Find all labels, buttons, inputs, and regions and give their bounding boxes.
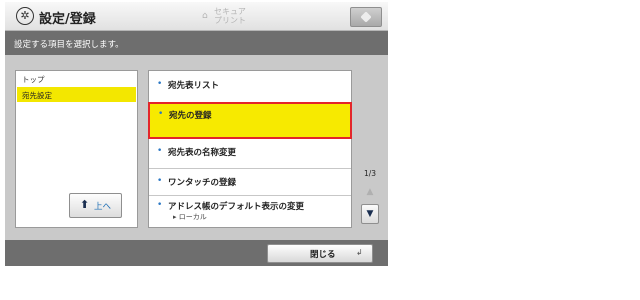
chevron-up-icon: ▲ [366, 187, 374, 197]
enter-icon: ↲ [356, 248, 363, 257]
tree-item-label: 宛先設定 [22, 91, 52, 100]
tree-item-top[interactable]: トップ [22, 74, 45, 85]
settings-gear-icon: ✲ [16, 7, 34, 25]
secure-print-indicator: ⌂ セキュア プリント [202, 7, 272, 25]
scroll-down-button[interactable]: ▼ [361, 204, 379, 224]
footer-bar: 閉じる ↲ [5, 240, 388, 266]
home-icon [360, 11, 372, 23]
list-item-change-default-address-book[interactable]: • アドレス帳のデフォルト表示の変更 ▸ ローカル [149, 195, 351, 227]
lock-icon: ⌂ [202, 11, 208, 21]
page-indicator: 1/3 [364, 169, 377, 178]
bullet-icon: • [158, 109, 164, 119]
secure-print-label-1: セキュア [214, 7, 246, 16]
close-button[interactable]: 閉じる ↲ [267, 244, 373, 263]
instruction-text: 設定する項目を選択します。 [14, 40, 124, 50]
list-item-rename-address-list[interactable]: • 宛先表の名称変更 [149, 137, 351, 169]
list-item-label: 宛先表リスト [168, 81, 220, 91]
title-bar: ✲ 設定/登録 ⌂ セキュア プリント [5, 2, 388, 31]
up-button-label: 上へ [94, 202, 112, 212]
list-item-label: アドレス帳のデフォルト表示の変更 [168, 202, 305, 212]
home-button[interactable] [350, 7, 382, 27]
list-item-register-destination[interactable]: • 宛先の登録 [148, 102, 352, 139]
list-item-sub-label: ローカル [178, 213, 207, 221]
bullet-icon: • [157, 146, 163, 156]
list-item-label: ワンタッチの登録 [168, 178, 237, 188]
list-item-register-one-touch[interactable]: • ワンタッチの登録 [149, 168, 351, 196]
bullet-icon: • [157, 79, 163, 89]
list-item-sub-value: ▸ ローカル [173, 213, 207, 221]
page-title: 設定/登録 [39, 12, 96, 27]
up-arrow-icon: ⬆ [80, 198, 90, 211]
instruction-bar: 設定する項目を選択します。 [5, 31, 388, 55]
settings-panel: ✲ 設定/登録 ⌂ セキュア プリント 設定する項目を選択します。 トップ 宛先… [5, 2, 388, 266]
list-item-label: 宛先表の名称変更 [168, 148, 237, 158]
secure-print-label-2: プリント [214, 16, 246, 25]
settings-list: • 宛先表リスト • 宛先の登録 • 宛先表の名称変更 • ワンタッチの登録 •… [148, 70, 352, 228]
chevron-down-icon: ▼ [366, 209, 374, 219]
list-item-label: 宛先の登録 [169, 111, 212, 121]
tree-item-address-settings[interactable]: 宛先設定 [17, 87, 136, 102]
close-button-label: 閉じる [310, 250, 336, 260]
up-button[interactable]: ⬆ 上へ [69, 193, 122, 218]
bullet-icon: • [157, 176, 163, 186]
scroll-up-button[interactable]: ▲ [362, 185, 378, 199]
list-item-address-list[interactable]: • 宛先表リスト [149, 71, 351, 103]
bullet-icon: • [157, 200, 163, 210]
